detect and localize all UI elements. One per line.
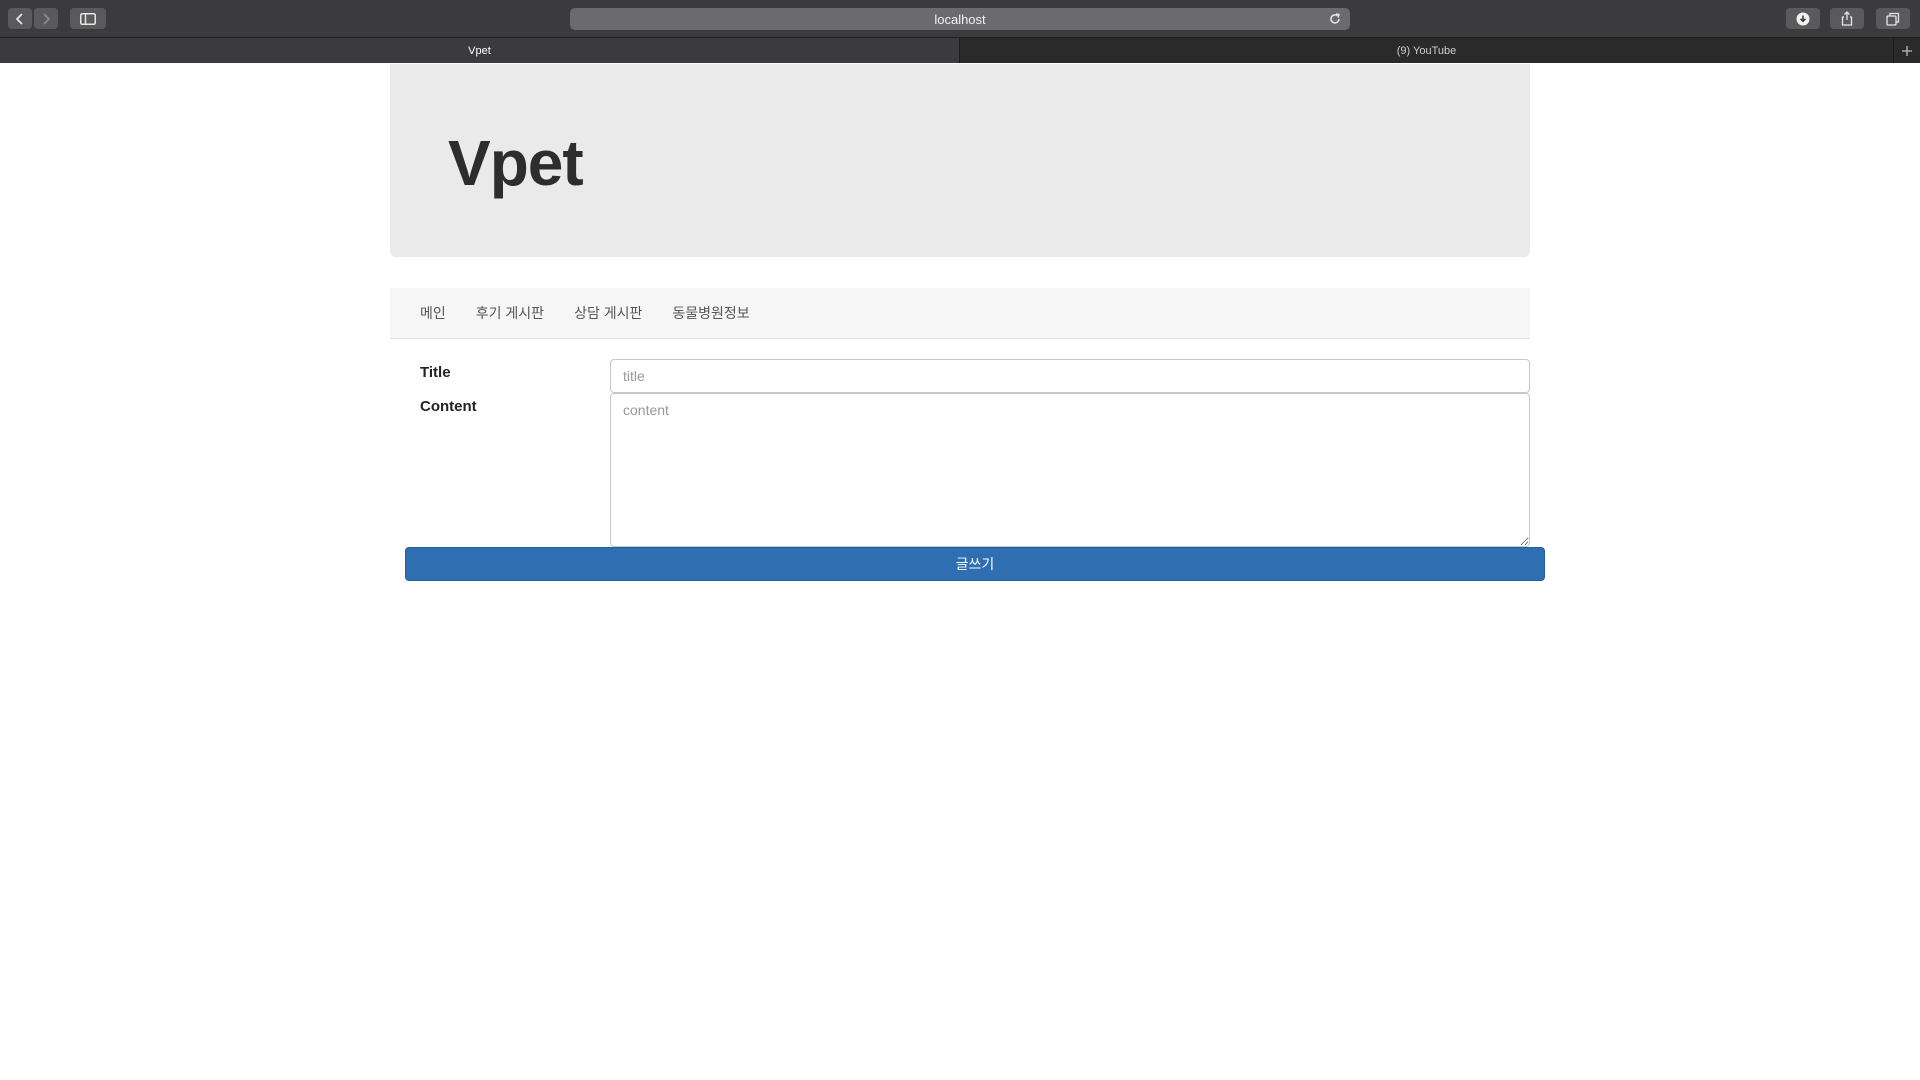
new-tab-button[interactable] (1893, 38, 1920, 63)
share-icon (1841, 11, 1853, 26)
jumbotron-header: Vpet (390, 64, 1530, 257)
nav-item-vet-info[interactable]: 동물병원정보 (672, 303, 749, 323)
forward-icon (43, 12, 51, 25)
tab-bar: Vpet (9) YouTube (0, 37, 1920, 63)
nav-item-reviews[interactable]: 후기 게시판 (476, 303, 544, 323)
download-button[interactable] (1786, 8, 1820, 29)
title-row: Title (390, 359, 1530, 393)
tab-vpet[interactable]: Vpet (0, 38, 959, 63)
address-bar[interactable]: localhost (570, 8, 1350, 30)
tabs-overview-icon (1886, 12, 1900, 26)
content-textarea[interactable] (610, 393, 1530, 547)
new-tab-icon (1902, 45, 1912, 56)
title-input[interactable] (610, 359, 1530, 393)
tab-youtube[interactable]: (9) YouTube (960, 38, 1893, 63)
back-button[interactable] (8, 8, 32, 29)
download-icon (1796, 12, 1810, 25)
content-row: Content (390, 393, 1530, 547)
share-button[interactable] (1830, 8, 1864, 29)
content-label: Content (420, 398, 477, 415)
tabs-overview-button[interactable] (1876, 8, 1910, 29)
site-title: Vpet (448, 127, 584, 199)
back-icon (15, 12, 23, 25)
sidebar-icon (80, 12, 96, 25)
main-nav: 메인 후기 게시판 상담 게시판 동물병원정보 (390, 288, 1530, 339)
tab-label: (9) YouTube (1396, 44, 1457, 57)
forward-button[interactable] (34, 8, 58, 29)
nav-item-main[interactable]: 메인 (420, 303, 446, 323)
browser-toolbar: localhost (0, 0, 1920, 37)
nav-item-consult[interactable]: 상담 게시판 (574, 303, 642, 323)
submit-button[interactable]: 글쓰기 (405, 547, 1545, 581)
url-text: localhost (934, 11, 986, 27)
title-label: Title (420, 364, 451, 381)
reload-icon[interactable] (1328, 12, 1342, 26)
tab-label: Vpet (468, 44, 491, 57)
sidebar-button[interactable] (70, 8, 106, 29)
